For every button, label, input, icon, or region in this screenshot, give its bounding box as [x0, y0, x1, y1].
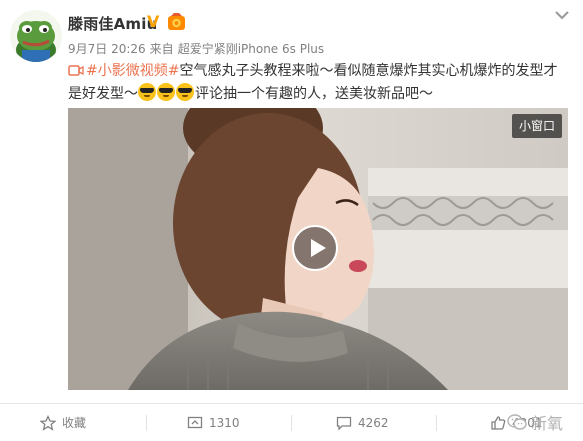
- play-button[interactable]: [292, 225, 338, 271]
- topic-link[interactable]: #小影微视频#: [86, 63, 179, 79]
- comment-icon: [336, 416, 352, 431]
- cool-emoji-icon: [138, 83, 156, 101]
- username[interactable]: 滕雨佳Amiu: [68, 13, 157, 34]
- repost-button[interactable]: 1310: [187, 404, 240, 441]
- video-player[interactable]: 小窗口: [68, 108, 568, 390]
- watermark: 新氧: [507, 410, 563, 434]
- wechat-icon: [507, 414, 527, 430]
- divider: [146, 415, 147, 431]
- video-camera-icon: [68, 65, 84, 76]
- thumbs-up-icon: [491, 415, 506, 430]
- divider: [291, 415, 292, 431]
- post-timestamp[interactable]: 9月7日 20:26: [68, 42, 146, 56]
- post-text: #小影微视频#空气感丸子头教程来啦～看似随意爆炸其实心机爆炸的发型才是好发型～评…: [68, 60, 568, 106]
- watermark-text: 新氧: [530, 414, 563, 433]
- chevron-down-icon[interactable]: [553, 8, 571, 22]
- repost-count: 1310: [209, 415, 240, 430]
- favorite-label: 收藏: [62, 416, 87, 430]
- comment-button[interactable]: 4262: [336, 404, 389, 441]
- cool-emoji-icon: [176, 83, 194, 101]
- action-bar: 收藏 1310 4262 4301 新氧: [0, 403, 583, 441]
- cool-emoji-icon: [157, 83, 175, 101]
- star-icon: [40, 414, 56, 431]
- post-body-part2: 评论抽一个有趣的人，送美妆新品吧～: [195, 86, 433, 102]
- verified-badge-icon: V: [147, 12, 160, 31]
- favorite-button[interactable]: 收藏: [40, 404, 86, 441]
- avatar[interactable]: [10, 10, 62, 62]
- post-meta: 9月7日 20:26 来自 超爱宁紧刚iPhone 6s Plus: [68, 40, 328, 57]
- source-prefix: 来自: [149, 42, 174, 56]
- post-source[interactable]: 超爱宁紧刚iPhone 6s Plus: [178, 42, 324, 56]
- mini-window-button[interactable]: 小窗口: [511, 114, 562, 138]
- repost-icon: [187, 416, 203, 428]
- frog-avatar-image: [10, 10, 62, 62]
- medal-icon[interactable]: [167, 13, 186, 31]
- comment-count: 4262: [358, 415, 389, 430]
- divider: [436, 415, 437, 431]
